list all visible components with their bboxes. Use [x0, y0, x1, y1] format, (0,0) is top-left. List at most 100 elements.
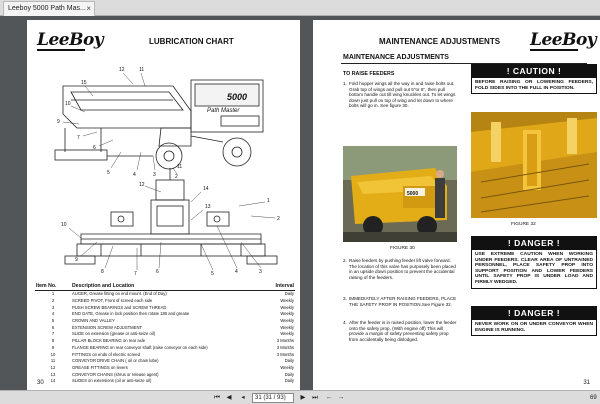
figure-32-photo: [471, 112, 597, 218]
navigation-toolbar: ⏮ ◀ ◂ 31 (31 / 93) ▶ ⏭ ← → 69: [0, 390, 600, 404]
row-item-number: 9: [51, 344, 55, 350]
diagram-callout: 6: [156, 269, 159, 275]
table-row: 5 CROWN AND VALLEY Weekly: [35, 318, 295, 325]
forward-button[interactable]: →: [336, 392, 346, 404]
subheading: TO RAISE FEEDERS: [343, 71, 395, 77]
row-description: FITTINGS on ends of electric screed: [72, 351, 140, 357]
row-interval: 3 Months: [276, 344, 294, 350]
row-interval: 3 Months: [276, 351, 294, 357]
row-description: PUSH SCREW BEARINGS and SCREW THREAD: [72, 304, 167, 310]
row-interval: Daily: [284, 371, 294, 377]
table-row: 1 AUGER, Grease fitting on end mount. (En…: [35, 291, 295, 298]
figure-32-caption: FIGURE 32: [511, 222, 536, 227]
diagram-callout: 11: [177, 164, 182, 170]
row-item-number: 7: [51, 331, 55, 337]
row-interval: 3 Months: [276, 338, 294, 344]
diagram-callout: 8: [101, 269, 104, 275]
row-interval: Weekly: [280, 304, 294, 310]
row-item-number: 12: [50, 364, 56, 370]
row-interval: Weekly: [280, 311, 294, 317]
first-page-button[interactable]: ⏮: [212, 392, 222, 404]
diagram-callout: 5: [107, 170, 110, 176]
next-page-button[interactable]: ▶: [298, 392, 308, 404]
lubrication-table: Item No. Description and Location Interv…: [35, 282, 295, 385]
leeboy-logo: LeeBoy: [530, 30, 597, 51]
column-header-interval: Interval: [259, 282, 295, 291]
table-row: 12 GREASE FITTINGS on levers Weekly: [35, 365, 295, 372]
danger-heading: ! DANGER !: [472, 237, 596, 250]
row-interval: Daily: [284, 378, 294, 384]
table-row: 13 CONVEYOR CHAINS (shrus or release agen…: [35, 371, 295, 378]
page-number: 30: [37, 380, 44, 386]
step-3: 3. IMMEDIATELY AFTER RAISING FEEDERS, PLA…: [343, 296, 457, 307]
column-header-description: Description and Location: [71, 282, 259, 291]
row-interval: Daily: [284, 358, 294, 364]
diagram-callout: 3: [259, 269, 262, 275]
diagram-callout: 2: [175, 174, 178, 180]
table-row: 8 PILLAR BLOCK BEARING on rear axle 3 Mont…: [35, 338, 295, 345]
page-number-input[interactable]: 31 (31 / 93): [252, 393, 294, 403]
page-30: LeeBoy LUBRICATION CHART 12 11 15 10 9 7…: [27, 20, 300, 390]
row-description: SCREED PIVOT, Front of screed each side: [72, 298, 153, 304]
danger-text: USE EXTREME CAUTION WHEN WORKING UNDER F…: [475, 252, 593, 285]
row-description: GREASE FITTINGS on levers: [72, 364, 128, 370]
row-interval: Daily: [284, 291, 294, 297]
table-row: 4 END GATE, Grease in lock position then …: [35, 311, 295, 318]
table-row: 2 SCREED PIVOT, Front of screed each side…: [35, 298, 295, 305]
step-2: 2. Raise feeders by pushing feeder lift v…: [343, 258, 456, 280]
row-item-number: 2: [51, 298, 55, 304]
row-description: FLANGE BEARING on rear conveyor shaft (r…: [72, 344, 208, 350]
diagram-callout: 7: [77, 135, 80, 141]
diagram-callout: 15: [81, 80, 87, 86]
row-item-number: 13: [50, 371, 56, 377]
step-1: 1. Fold hopper wings all the way in and r…: [343, 81, 456, 108]
previous-page-icon[interactable]: ◂: [238, 392, 248, 404]
caution-heading: ! CAUTION !: [472, 65, 596, 78]
table-row: 14 SLIDES on extensions (oil or anti-seiz…: [35, 378, 295, 385]
last-page-button[interactable]: ⏭: [310, 392, 320, 404]
diagram-callout: 3: [153, 172, 156, 178]
previous-page-button[interactable]: ◀: [224, 392, 234, 404]
row-description: SLIDES on extensions (oil or anti-seize …: [72, 378, 152, 384]
diagram-callout: 14: [203, 186, 209, 192]
table-row: 3 PUSH SCREW BEARINGS and SCREW THREAD Wee…: [35, 304, 295, 311]
row-item-number: 3: [51, 304, 55, 310]
table-row: 7 SLIDE on extension (grease or anti-seiz…: [35, 331, 295, 338]
tab-document[interactable]: Leeboy 5000 Path Mas... ×: [3, 1, 95, 16]
table-row: 6 EXTENSION SCREW ADJUSTMENT Weekly: [35, 324, 295, 331]
row-item-number: 6: [51, 324, 55, 330]
machine-badge: 5000: [227, 92, 247, 102]
figure-30-caption: FIGURE 30: [390, 246, 415, 251]
document-viewport[interactable]: LeeBoy LUBRICATION CHART 12 11 15 10 9 7…: [0, 16, 600, 390]
back-button[interactable]: ←: [324, 392, 334, 404]
diagram-callout: 6: [93, 145, 96, 151]
diagram-callout: 9: [57, 119, 60, 125]
diagram-callout: 9: [75, 257, 78, 263]
row-description: CONVEYOR DRIVE CHAIN ( oil or chain lube…: [72, 358, 159, 364]
page-number: 31: [583, 380, 590, 386]
row-description: CROWN AND VALLEY: [72, 318, 115, 324]
caution-box: ! CAUTION ! BEFORE RAISING OR LOWERING F…: [471, 64, 597, 95]
caution-text: BEFORE RAISING OR LOWERING FEEDERS, FOLD…: [475, 80, 593, 91]
zoom-level[interactable]: 69: [590, 392, 597, 404]
page-31: MAINTENANCE ADJUSTMENTS LeeBoy MAINTENAN…: [313, 20, 600, 390]
diagram-callout: 10: [65, 101, 71, 107]
row-description: END GATE, Grease in lock position then r…: [72, 311, 190, 317]
row-item-number: 8: [51, 338, 55, 344]
danger-text: NEVER WORK ON OR UNDER CONVEYOR WHEN ENG…: [475, 322, 593, 333]
diagram-callout: 2: [277, 216, 280, 222]
table-row: 11 CONVEYOR DRIVE CHAIN ( oil or chain lu…: [35, 358, 295, 365]
row-description: EXTENSION SCREW ADJUSTMENT: [72, 324, 143, 330]
row-interval: Weekly: [280, 318, 294, 324]
danger-heading: ! DANGER !: [472, 307, 596, 320]
column-header-item: Item No.: [35, 282, 71, 291]
row-description: AUGER, Grease fitting on end mount. (End…: [72, 291, 167, 297]
table-row: 9 FLANGE BEARING on rear conveyor shaft (…: [35, 345, 295, 352]
danger-box-1: ! DANGER ! USE EXTREME CAUTION WHEN WORK…: [471, 236, 597, 289]
diagram-callout: 12: [139, 182, 145, 188]
diagram-callout: 4: [235, 269, 238, 275]
diagram-callout: 13: [205, 204, 211, 210]
diagram-callout: 7: [134, 271, 137, 276]
close-icon[interactable]: ×: [86, 2, 91, 16]
table-body: 1 AUGER, Grease fitting on end mount. (En…: [35, 291, 295, 385]
